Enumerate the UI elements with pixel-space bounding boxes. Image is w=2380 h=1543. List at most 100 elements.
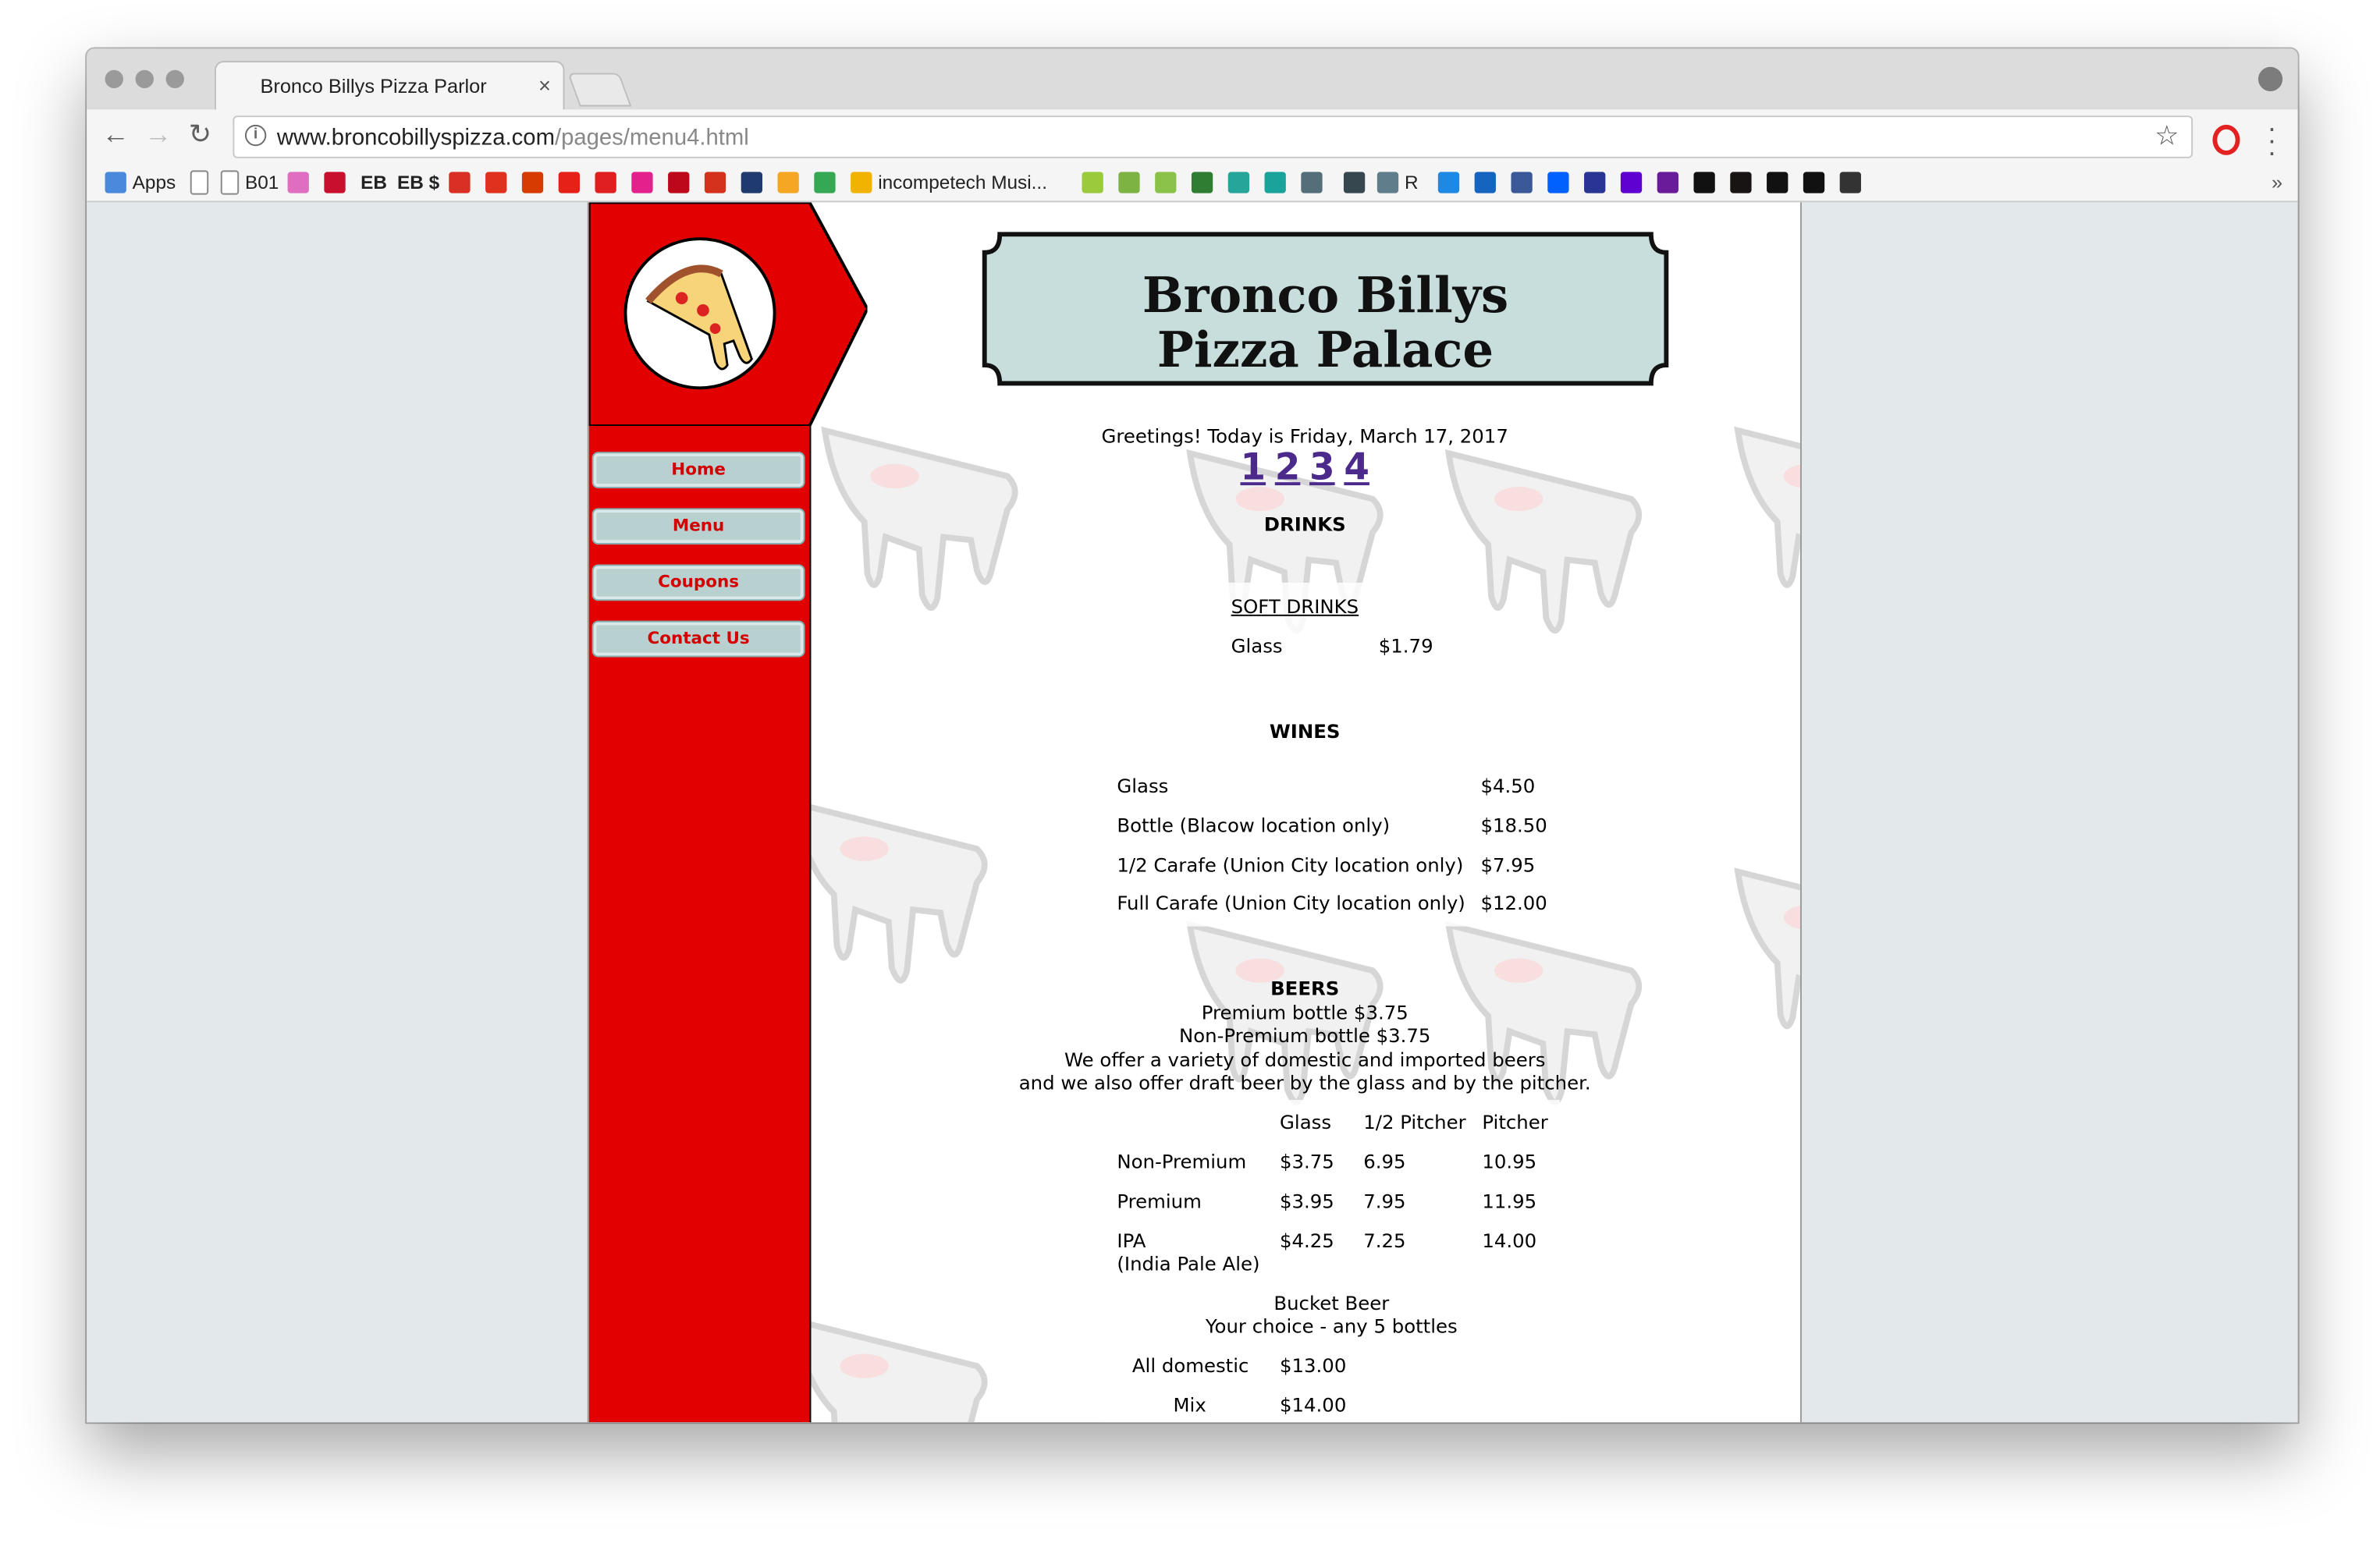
- bookmark-item[interactable]: [558, 170, 586, 194]
- reload-icon[interactable]: ↻: [189, 119, 211, 151]
- soft-drink-price: $1.79: [1378, 634, 1433, 658]
- beer-half-price: 6.95: [1363, 1150, 1406, 1173]
- gmail-icon: [449, 172, 471, 193]
- slash-icon: [741, 172, 763, 193]
- close-window-button[interactable]: [105, 69, 123, 89]
- nav-menu-button[interactable]: Menu: [591, 508, 805, 545]
- page-icon: [190, 170, 209, 195]
- bookmark-item[interactable]: [1301, 170, 1328, 194]
- play-icon: [851, 172, 872, 193]
- wine-item: 1/2 Carafe (Union City location only): [1117, 853, 1464, 877]
- bookmark-item[interactable]: [777, 170, 805, 194]
- bookmark-item[interactable]: [814, 170, 841, 194]
- bookmark-item[interactable]: [741, 170, 769, 194]
- bookmark-item[interactable]: [1511, 170, 1538, 194]
- page-link-2[interactable]: 2: [1275, 445, 1301, 488]
- bookmark-item[interactable]: [190, 170, 215, 195]
- beer-header-pitcher: Pitcher: [1482, 1110, 1548, 1133]
- bookmark-item[interactable]: [1584, 170, 1611, 194]
- page-icon: [220, 170, 240, 195]
- bookmark-item[interactable]: [1620, 170, 1648, 194]
- s-icon: [1227, 172, 1250, 193]
- tab-close-icon[interactable]: ×: [538, 73, 551, 98]
- wine-item: Glass: [1117, 774, 1169, 797]
- bookmark-item[interactable]: [1082, 170, 1110, 194]
- bookmark-item[interactable]: [1767, 170, 1794, 194]
- bookmark-item[interactable]: [521, 170, 549, 194]
- bookmark-star-icon[interactable]: ☆: [2154, 120, 2179, 152]
- bookmark-item[interactable]: [287, 170, 315, 194]
- bookmark-item[interactable]: [324, 170, 351, 194]
- pizza-logo[interactable]: [623, 237, 776, 390]
- bookmark-item[interactable]: EB: [361, 170, 387, 194]
- bookmark-item[interactable]: EB $: [397, 170, 439, 194]
- bookmark-item[interactable]: [1547, 170, 1575, 194]
- bookmark-item[interactable]: [704, 170, 732, 194]
- bookmark-item[interactable]: R: [1376, 170, 1419, 194]
- bookmark-item[interactable]: [668, 170, 695, 194]
- bookmark-item[interactable]: [1227, 170, 1256, 194]
- beer-item: Non-Premium: [1117, 1150, 1247, 1173]
- tab-title: Bronco Billys Pizza Parlor: [260, 74, 487, 98]
- bookmark-item[interactable]: [1474, 170, 1502, 194]
- site-title-line2: Pizza Palace: [1156, 321, 1494, 379]
- nav-coupons-button[interactable]: Coupons: [591, 564, 805, 601]
- bookmark-item[interactable]: [485, 170, 513, 194]
- yahoo-icon: [1620, 172, 1643, 193]
- cl-icon: [1301, 172, 1323, 193]
- opera-extension-icon[interactable]: [2212, 124, 2240, 155]
- bookmarks-overflow-icon[interactable]: »: [2272, 170, 2282, 193]
- bucket-price: $13.00: [1280, 1353, 1347, 1377]
- bookmark-item[interactable]: [1155, 170, 1182, 194]
- wines-heading: WINES: [1269, 719, 1341, 743]
- browser-toolbar: ← → ↻ i www.broncobillyspizza.com/pages/…: [87, 109, 2298, 166]
- beer-glass-price: $4.25: [1280, 1229, 1334, 1252]
- facebook-icon: [1511, 172, 1533, 193]
- new-tab-button[interactable]: [567, 73, 632, 107]
- bookmark-item[interactable]: [1693, 170, 1721, 194]
- browser-tab[interactable]: Bronco Billys Pizza Parlor ×: [214, 61, 565, 112]
- nav-contact-button[interactable]: Contact Us: [591, 620, 805, 658]
- bookmark-item[interactable]: Apps: [105, 170, 176, 194]
- bookmark-item[interactable]: [1264, 170, 1292, 194]
- bookmark-item[interactable]: [595, 170, 622, 194]
- bookmark-item[interactable]: B01: [220, 170, 279, 195]
- beer-info-line: We offer a variety of domestic and impor…: [1064, 1048, 1546, 1071]
- tu-icon: [1437, 172, 1460, 193]
- forward-arrow-icon[interactable]: →: [144, 119, 172, 151]
- drive-icon: [814, 172, 836, 193]
- minimize-window-button[interactable]: [135, 69, 154, 89]
- bookmark-item[interactable]: [1437, 170, 1465, 194]
- address-bar[interactable]: i www.broncobillyspizza.com/pages/menu4.…: [233, 115, 2194, 158]
- site-title-line1: Bronco Billys: [1142, 266, 1509, 325]
- soft-drinks-heading: SOFT DRINKS: [1231, 594, 1359, 618]
- bookmark-item[interactable]: [1191, 170, 1219, 194]
- beer-header-half-pitcher: 1/2 Pitcher: [1363, 1110, 1466, 1133]
- maximize-window-button[interactable]: [165, 69, 184, 89]
- calendar-icon: [1343, 172, 1366, 193]
- bookmark-item[interactable]: [1803, 170, 1831, 194]
- d-icon: [1767, 172, 1789, 193]
- nav-home-button[interactable]: Home: [591, 452, 805, 488]
- back-arrow-icon[interactable]: ←: [102, 119, 130, 151]
- bookmark-item[interactable]: incompetech Musi...: [851, 170, 1047, 194]
- bookmark-item[interactable]: [1839, 170, 1867, 194]
- page-link-3[interactable]: 3: [1309, 445, 1335, 488]
- bookmark-item[interactable]: [449, 170, 476, 194]
- bookmark-item[interactable]: [1118, 170, 1146, 194]
- bookmark-item[interactable]: [1343, 170, 1371, 194]
- bookmark-item[interactable]: [1730, 170, 1757, 194]
- page-link-4[interactable]: 4: [1344, 445, 1369, 488]
- wine-price: $7.95: [1480, 853, 1536, 877]
- info-icon[interactable]: i: [244, 124, 267, 147]
- beer-pitcher-price: 14.00: [1482, 1229, 1537, 1252]
- browser-menu-icon[interactable]: · · ·: [2268, 114, 2277, 165]
- dropbox-icon: [1547, 172, 1569, 193]
- bookmark-item[interactable]: [631, 170, 659, 194]
- title-bar: Bronco Billys Pizza Parlor ×: [87, 48, 2298, 112]
- p-icon: [631, 172, 653, 193]
- bookmark-item[interactable]: [1657, 170, 1685, 194]
- page-link-1[interactable]: 1: [1241, 445, 1266, 488]
- teal-square-icon: [1264, 172, 1286, 193]
- profile-icon[interactable]: [2257, 66, 2283, 92]
